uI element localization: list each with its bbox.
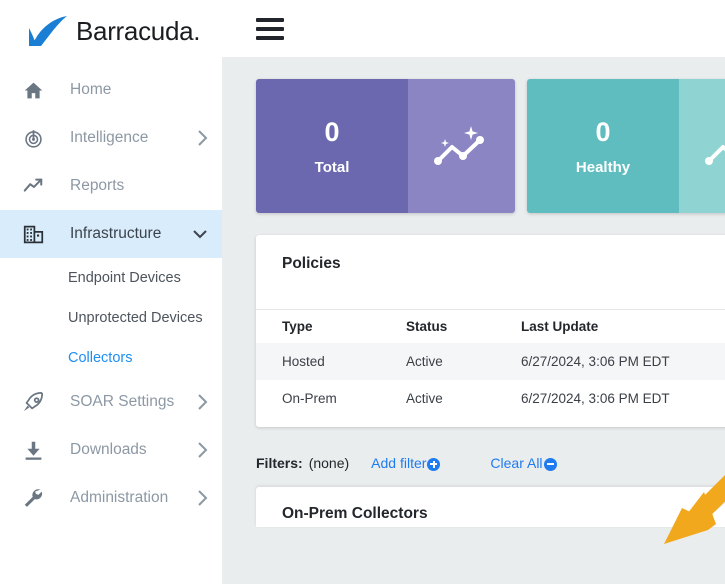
sidebar-subitem-label: Endpoint Devices — [68, 270, 181, 286]
sidebar-subitem-label: Unprotected Devices — [68, 310, 203, 326]
sidebar-item-label: Administration — [70, 489, 169, 506]
cell-last-update: 6/27/2024, 3:06 PM EDT — [521, 391, 670, 406]
on-prem-collectors-panel: On-Prem Collectors — [256, 487, 725, 527]
stat-card-body: 0 Healthy — [527, 79, 679, 213]
stat-value: 0 — [324, 117, 340, 148]
trend-up-icon — [18, 173, 48, 199]
policies-panel: Policies Type Status Last Update Hosted … — [256, 235, 725, 427]
table-row[interactable]: On-Prem Active 6/27/2024, 3:06 PM EDT — [256, 380, 725, 417]
sidebar-item-intelligence[interactable]: Intelligence — [0, 114, 222, 162]
main-content: 0 Total 0 Healthy Policies Type Status L… — [222, 0, 725, 584]
download-icon — [18, 437, 48, 463]
circle-minus-icon — [543, 457, 557, 471]
chevron-right-icon — [197, 393, 208, 411]
cell-last-update: 6/27/2024, 3:06 PM EDT — [521, 343, 725, 380]
cell-status: Active — [406, 391, 443, 406]
stat-card-body: 0 Total — [256, 79, 408, 213]
sidebar: Barracuda . Home Intelligence Reports In… — [0, 0, 234, 584]
radar-icon — [18, 125, 48, 151]
sidebar-item-reports[interactable]: Reports — [0, 162, 222, 210]
stat-card-healthy[interactable]: 0 Healthy — [527, 79, 725, 213]
table-header-row: Type Status Last Update — [256, 309, 725, 343]
stat-card-total[interactable]: 0 Total — [256, 79, 515, 213]
sparkline-chart-icon — [408, 79, 515, 213]
home-icon — [18, 77, 48, 103]
brand-logo[interactable]: Barracuda . — [0, 0, 222, 62]
sidebar-item-home[interactable]: Home — [0, 66, 222, 114]
clear-all-button[interactable]: Clear All — [490, 455, 557, 471]
policies-table: Type Status Last Update Hosted Active 6/… — [256, 309, 725, 417]
sidebar-item-infrastructure[interactable]: Infrastructure — [0, 210, 222, 258]
on-prem-collectors-title: On-Prem Collectors — [282, 505, 428, 522]
top-bar — [222, 0, 725, 57]
add-filter-button[interactable]: Add filter — [371, 455, 441, 471]
wrench-icon — [18, 485, 48, 511]
sidebar-item-label: Infrastructure — [70, 225, 162, 242]
sidebar-item-label: Home — [70, 81, 112, 98]
column-header-type[interactable]: Type — [256, 309, 406, 343]
filters-label: Filters: — [256, 455, 303, 471]
cell-type: On-Prem — [282, 391, 337, 406]
sidebar-item-label: Reports — [70, 177, 125, 194]
chevron-right-icon — [197, 489, 208, 507]
barracuda-fin-logo-icon — [29, 16, 67, 46]
filters-value: (none) — [308, 455, 350, 471]
sidebar-item-label: Downloads — [70, 441, 147, 458]
stat-value: 0 — [595, 117, 611, 148]
stat-label: Total — [314, 158, 350, 176]
cell-status: Active — [406, 343, 521, 380]
chevron-right-icon — [197, 129, 208, 147]
policies-title: Policies — [282, 255, 341, 272]
sidebar-item-label: Intelligence — [70, 129, 149, 146]
clear-all-label: Clear All — [490, 455, 543, 471]
brand-dot: . — [193, 15, 201, 46]
table-row[interactable]: Hosted Active 6/27/2024, 3:06 PM EDT — [256, 343, 725, 380]
content-area: 0 Total 0 Healthy Policies Type Status L… — [222, 57, 725, 527]
add-filter-label: Add filter — [371, 455, 427, 471]
rocket-icon — [18, 389, 48, 415]
column-header-status[interactable]: Status — [406, 309, 521, 343]
chevron-right-icon — [197, 441, 208, 459]
column-header-last-update[interactable]: Last Update — [521, 309, 725, 343]
chevron-down-icon — [192, 228, 208, 240]
sidebar-subitem-endpoint-devices[interactable]: Endpoint Devices — [0, 258, 222, 298]
sparkline-chart-icon — [679, 79, 725, 213]
stat-label: Healthy — [575, 158, 631, 176]
sidebar-item-soar-settings[interactable]: SOAR Settings — [0, 378, 222, 426]
cell-type: Hosted — [256, 343, 406, 380]
sidebar-subitem-collectors[interactable]: Collectors — [0, 338, 222, 378]
stat-cards: 0 Total 0 Healthy — [256, 79, 725, 213]
building-icon — [18, 221, 48, 247]
hamburger-menu-icon[interactable] — [256, 17, 284, 40]
sidebar-subitem-label: Collectors — [68, 350, 133, 366]
filters-bar: Filters: (none) Add filter Clear All — [256, 455, 725, 471]
sidebar-item-downloads[interactable]: Downloads — [0, 426, 222, 474]
sidebar-nav: Home Intelligence Reports Infrastructure… — [0, 62, 222, 522]
sidebar-item-label: SOAR Settings — [70, 393, 175, 410]
circle-plus-icon — [427, 457, 441, 471]
sidebar-subitem-unprotected-devices[interactable]: Unprotected Devices — [0, 298, 222, 338]
brand-name: Barracuda — [76, 15, 194, 46]
app-root: Barracuda . Home Intelligence Reports In… — [0, 0, 725, 584]
sidebar-item-administration[interactable]: Administration — [0, 474, 222, 522]
